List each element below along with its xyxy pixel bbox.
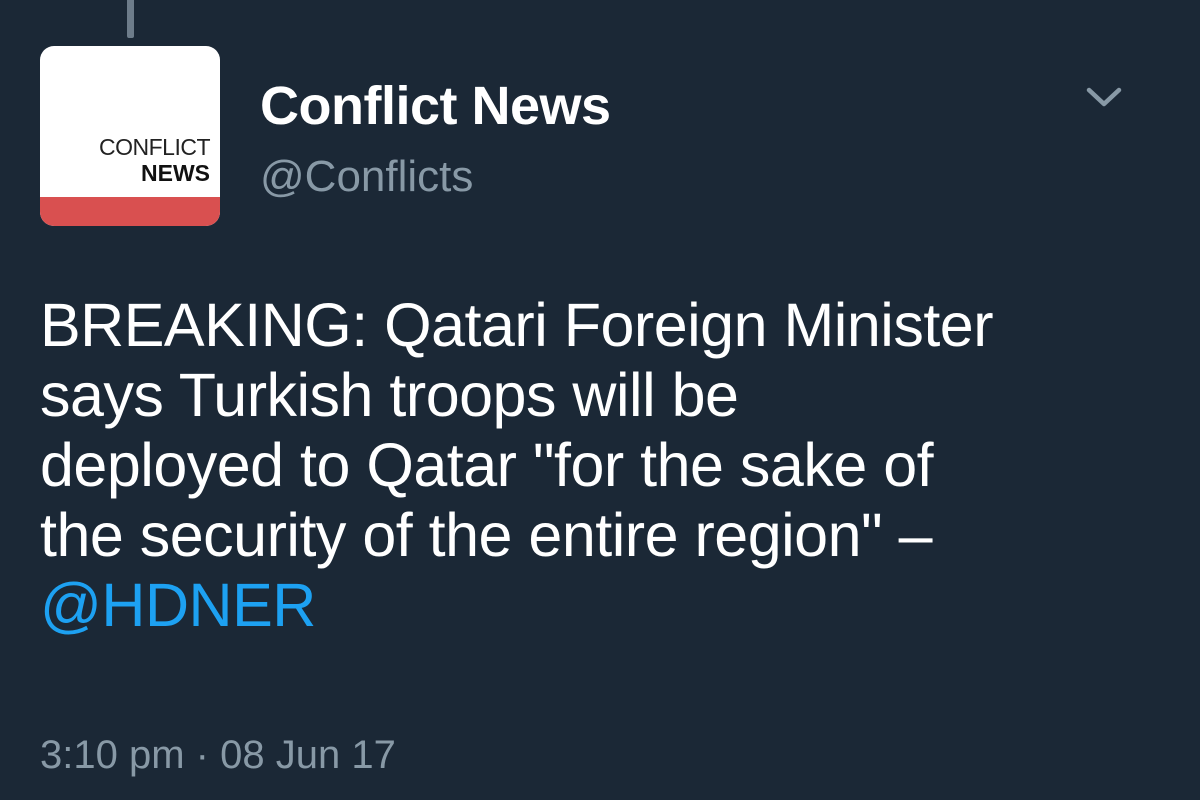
tweet-text-line: says Turkish troops will be bbox=[40, 361, 739, 429]
avatar-logo-line1: CONFLICT bbox=[99, 134, 211, 160]
thread-connector-line bbox=[127, 0, 134, 38]
avatar-logo-bar bbox=[40, 197, 220, 226]
timestamp-separator: · bbox=[195, 733, 209, 777]
previous-tweet-fragment bbox=[404, 0, 464, 6]
chevron-down-icon[interactable] bbox=[1080, 78, 1128, 118]
tweet-text-line: deployed to Qatar "for the sake of bbox=[40, 431, 934, 499]
tweet-text: BREAKING: Qatari Foreign Minister says T… bbox=[40, 290, 1190, 640]
avatar[interactable]: CONFLICT NEWS bbox=[40, 46, 220, 226]
tweet-timestamp: 3:10 pm · 08 Jun 17 bbox=[40, 733, 396, 778]
avatar-logo-line2: NEWS bbox=[141, 160, 210, 186]
tweet-text-line: BREAKING: Qatari Foreign Minister bbox=[40, 291, 994, 359]
tweet-time: 3:10 pm bbox=[40, 733, 185, 777]
tweet-text-line: the security of the entire region" – bbox=[40, 501, 933, 569]
tweet-date: 08 Jun 17 bbox=[220, 733, 396, 777]
author-display-name[interactable]: Conflict News bbox=[260, 75, 611, 137]
author-handle[interactable]: @Conflicts bbox=[260, 152, 473, 202]
mention-link[interactable]: @HDNER bbox=[40, 570, 1190, 640]
